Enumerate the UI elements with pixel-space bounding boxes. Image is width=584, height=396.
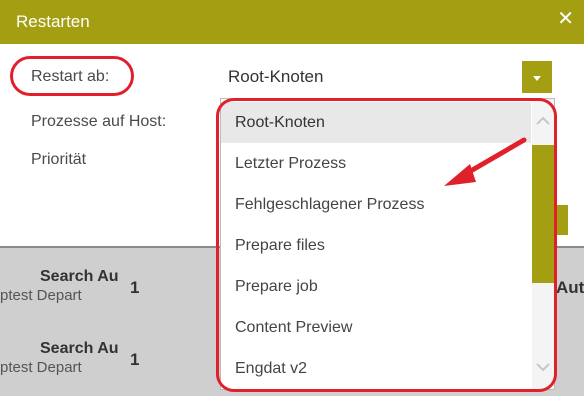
row-name: Search Au: [40, 340, 119, 357]
restart-select-value[interactable]: Root-Knoten: [228, 67, 323, 87]
row-sub: ptest Depart: [0, 359, 82, 376]
row-name: Search Au: [40, 268, 119, 285]
priority-label: Priorität: [31, 151, 87, 168]
host-processes-label: Prozesse auf Host:: [31, 113, 167, 130]
dialog-title: Restarten: [16, 12, 90, 31]
row-partial-text: Aut: [556, 278, 584, 297]
chevron-down-icon[interactable]: [522, 61, 552, 93]
dialog-titlebar: Restarten ✕: [0, 0, 584, 44]
annotation-circle-restart: [10, 56, 134, 96]
annotation-arrow-icon: [444, 137, 527, 186]
row-count: 1: [130, 350, 140, 369]
close-icon[interactable]: ✕: [557, 8, 574, 30]
row-sub: ptest Depart: [0, 287, 82, 304]
row-count: 1: [130, 278, 140, 297]
